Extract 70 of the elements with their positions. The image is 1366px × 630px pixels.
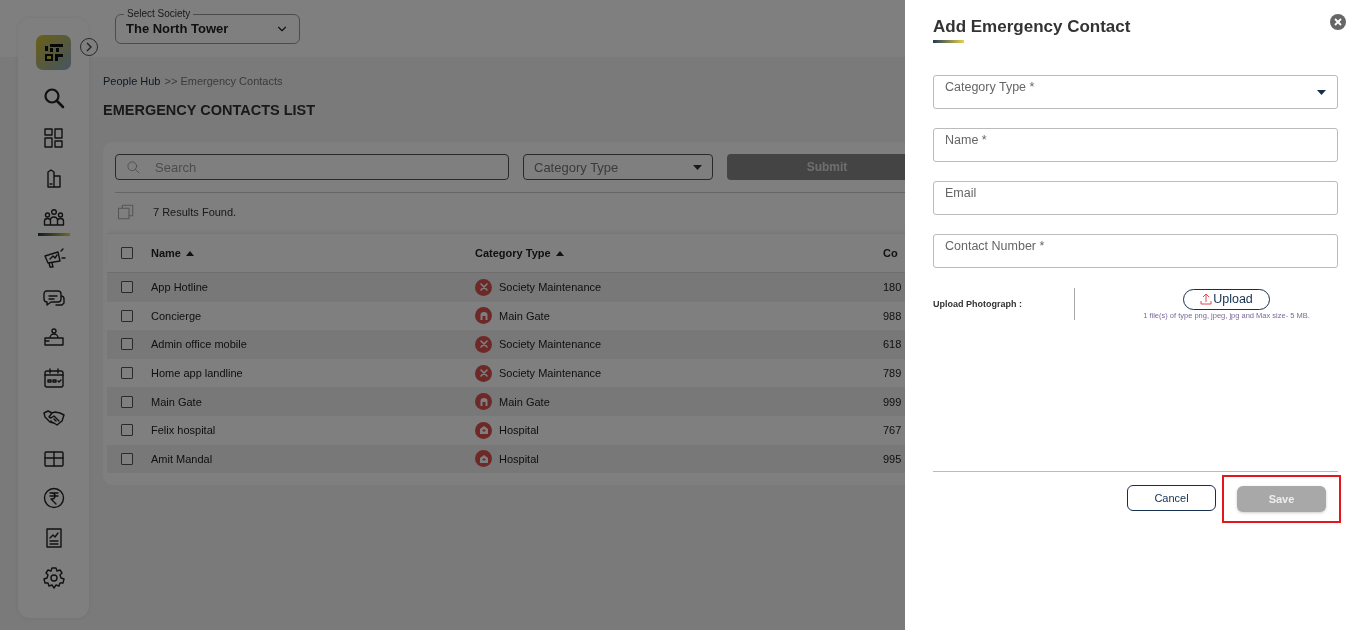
table-cell-text: Admin office mobile bbox=[151, 338, 248, 351]
input-field[interactable]: Name * bbox=[933, 128, 1338, 162]
table-cell-text: Main Gate bbox=[151, 395, 203, 408]
gate-icon bbox=[475, 393, 492, 411]
breadcrumb-link[interactable]: People Hub bbox=[103, 75, 161, 87]
row-checkbox[interactable] bbox=[121, 338, 133, 351]
settings-icon bbox=[41, 566, 66, 590]
table-cell-text: 767 bbox=[883, 424, 903, 437]
results-count: 7 Results Found. bbox=[153, 206, 237, 218]
table-cell: Hospital bbox=[499, 452, 539, 465]
tools-icon bbox=[475, 336, 492, 353]
input-field[interactable]: Contact Number * bbox=[933, 234, 1338, 268]
table-cell-text: 618 bbox=[883, 338, 903, 351]
rupee-icon bbox=[41, 486, 66, 510]
table-cell: Society Maintenance bbox=[499, 367, 602, 380]
table-cell: Society Maintenance bbox=[499, 281, 602, 294]
category-select[interactable]: Category Type bbox=[523, 154, 713, 180]
row-checkbox[interactable] bbox=[121, 452, 133, 465]
tools-icon bbox=[475, 278, 492, 296]
table-cell-text: Felix hospital bbox=[151, 424, 217, 437]
table-cell: Hospital bbox=[499, 424, 539, 437]
table-cell: Main Gate bbox=[499, 309, 550, 322]
row-checkbox[interactable] bbox=[121, 309, 133, 322]
sort-up-icon[interactable] bbox=[555, 250, 564, 256]
table-cell-text: Concierge bbox=[151, 309, 203, 322]
table-cell-text: 995 bbox=[883, 452, 903, 465]
row-checkbox[interactable] bbox=[121, 424, 133, 437]
column-header[interactable]: Name bbox=[151, 247, 181, 259]
table-cell-text: 180 bbox=[883, 281, 903, 294]
app-logo[interactable] bbox=[36, 35, 71, 70]
dashboard-icon bbox=[41, 126, 66, 150]
gate-icon bbox=[475, 307, 492, 325]
table-cell-text: 789 bbox=[883, 367, 903, 380]
nav-item[interactable] bbox=[35, 206, 72, 236]
hospital-icon bbox=[475, 421, 492, 439]
cancel-button[interactable]: Cancel bbox=[1127, 485, 1216, 511]
megaphone-icon bbox=[41, 246, 66, 270]
input-field[interactable]: Email bbox=[933, 181, 1338, 215]
caret-down-icon bbox=[1317, 90, 1326, 95]
close-icon[interactable] bbox=[1330, 14, 1346, 30]
table-cell-text: 999 bbox=[883, 395, 903, 408]
tools-icon bbox=[475, 364, 492, 382]
table-cell-text: Home app landline bbox=[151, 367, 244, 380]
expand-toggle[interactable] bbox=[80, 38, 98, 56]
search-icon bbox=[41, 86, 66, 110]
table-cell-text: Amit Mandal bbox=[151, 452, 214, 465]
upload-label: Upload Photograph : bbox=[933, 288, 1075, 320]
caret-down-icon bbox=[693, 164, 702, 170]
breadcrumb-current: >> Emergency Contacts bbox=[164, 75, 283, 87]
row-checkbox[interactable] bbox=[121, 281, 133, 294]
page-title: EMERGENCY CONTACTS LIST bbox=[103, 102, 317, 118]
search-icon bbox=[126, 159, 141, 175]
upload-icon bbox=[1200, 293, 1213, 305]
table-cell-text: App Hotline bbox=[151, 281, 209, 294]
panel-title: Add Emergency Contact bbox=[933, 17, 1131, 43]
select-all-checkbox[interactable] bbox=[121, 247, 133, 259]
copy-icon bbox=[117, 203, 135, 221]
chevron-right-icon bbox=[85, 42, 93, 52]
hospital-icon bbox=[475, 450, 492, 468]
upload-button[interactable]: Upload bbox=[1183, 288, 1270, 310]
row-checkbox[interactable] bbox=[121, 367, 133, 380]
column-header[interactable]: Category Type bbox=[475, 247, 551, 259]
sort-up-icon[interactable] bbox=[185, 250, 194, 256]
table-cell: Society Maintenance bbox=[499, 338, 602, 351]
table-cell-text: 988 bbox=[883, 309, 903, 322]
table-cell: Main Gate bbox=[499, 395, 550, 408]
calendar-icon bbox=[41, 366, 66, 390]
select-field[interactable]: Category Type * bbox=[933, 75, 1338, 109]
row-checkbox[interactable] bbox=[121, 395, 133, 408]
column-header: Co bbox=[883, 247, 898, 259]
